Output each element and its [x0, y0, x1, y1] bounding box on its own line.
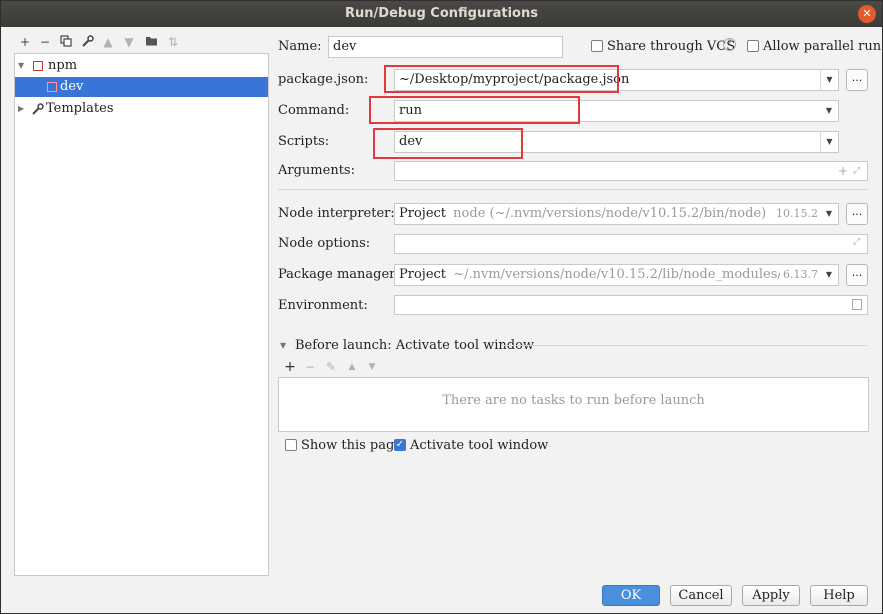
package-json-label: package.json:: [278, 72, 369, 87]
chevron-down-icon[interactable]: ▼: [820, 132, 838, 152]
title-bar: Run/Debug Configurations ✕: [1, 1, 882, 27]
command-label: Command:: [278, 103, 350, 118]
before-launch-title: Before launch: Activate tool window: [295, 338, 535, 353]
allow-parallel-checkbox[interactable]: [747, 40, 759, 52]
npm-icon: [33, 61, 43, 71]
chevron-down-icon[interactable]: ▼: [820, 70, 838, 90]
collapse-icon[interactable]: ▼: [280, 341, 286, 350]
move-up-icon[interactable]: ▲: [345, 360, 359, 374]
package-json-browse-button[interactable]: ...: [846, 69, 868, 91]
node-options-field[interactable]: [394, 234, 868, 254]
environment-label: Environment:: [278, 298, 368, 313]
help-button[interactable]: Help: [810, 585, 868, 606]
close-icon[interactable]: ✕: [858, 5, 876, 23]
folder-icon[interactable]: [144, 35, 158, 49]
remove-icon[interactable]: −: [38, 35, 52, 49]
allow-parallel-label: Allow parallel run: [763, 39, 882, 54]
configuration-tree: ▼ npm dev ▶ Templates: [14, 53, 269, 576]
tree-item-label: npm: [48, 58, 78, 73]
move-up-icon[interactable]: ▲: [101, 35, 115, 49]
add-icon[interactable]: +: [838, 164, 848, 178]
chevron-down-icon[interactable]: ▼: [820, 204, 838, 224]
name-field[interactable]: dev: [328, 36, 563, 58]
ok-button[interactable]: OK: [602, 585, 660, 606]
tree-item-dev[interactable]: dev: [15, 77, 268, 97]
show-page-label: Show this page: [301, 438, 403, 453]
tree-item-npm[interactable]: ▼ npm: [15, 56, 268, 76]
arguments-field[interactable]: [394, 161, 868, 181]
edit-icon[interactable]: ✎: [324, 360, 338, 374]
window-title: Run/Debug Configurations: [345, 6, 538, 21]
collapse-icon[interactable]: ▼: [18, 56, 24, 76]
tree-item-templates[interactable]: ▶ Templates: [15, 99, 268, 119]
node-interpreter-dropdown[interactable]: Project node (~/.nvm/versions/node/v10.1…: [394, 203, 839, 225]
node-interpreter-label: Node interpreter:: [278, 206, 395, 221]
empty-task-text: There are no tasks to run before launch: [442, 393, 705, 408]
show-page-checkbox[interactable]: [285, 439, 297, 451]
chevron-down-icon[interactable]: ▼: [820, 265, 838, 285]
tree-item-label: Templates: [46, 101, 114, 116]
apply-button[interactable]: Apply: [742, 585, 800, 606]
chevron-down-icon[interactable]: ▼: [820, 101, 838, 121]
activate-tool-label: Activate tool window: [410, 438, 549, 453]
expand-icon[interactable]: ▶: [18, 99, 24, 119]
before-launch-task-list[interactable]: There are no tasks to run before launch: [278, 377, 869, 432]
expand-icon[interactable]: ⤢: [853, 166, 860, 176]
move-down-icon[interactable]: ▼: [365, 360, 379, 374]
help-icon[interactable]: ?: [723, 38, 736, 51]
arguments-label: Arguments:: [278, 163, 355, 178]
sort-icon[interactable]: ⇅: [166, 35, 180, 49]
environment-field[interactable]: [394, 295, 868, 315]
node-interpreter-path: node (~/.nvm/versions/node/v10.15.2/bin/…: [453, 206, 767, 221]
package-manager-dropdown[interactable]: Project ~/.nvm/versions/node/v10.15.2/li…: [394, 264, 839, 286]
copy-icon[interactable]: [59, 35, 73, 49]
npm-icon: [47, 82, 57, 92]
tree-item-label: dev: [60, 79, 84, 94]
name-label: Name:: [278, 39, 322, 54]
wrench-icon: [32, 102, 44, 122]
wrench-icon[interactable]: [81, 35, 95, 49]
add-icon[interactable]: +: [18, 35, 32, 49]
node-interpreter-prefix: Project: [399, 206, 447, 221]
highlight-box-scripts: [373, 128, 523, 159]
add-icon[interactable]: +: [283, 360, 297, 374]
highlight-box-command: [369, 96, 580, 124]
package-manager-version: 6.13.7: [780, 265, 818, 285]
edit-env-icon[interactable]: [852, 299, 862, 310]
cancel-button[interactable]: Cancel: [670, 585, 732, 606]
share-vcs-checkbox[interactable]: [591, 40, 603, 52]
share-vcs-label: Share through VCS: [607, 39, 736, 54]
remove-icon[interactable]: −: [303, 360, 317, 374]
node-interpreter-version: 10.15.2: [776, 207, 818, 220]
package-manager-prefix: Project: [399, 267, 447, 282]
scripts-label: Scripts:: [278, 134, 330, 149]
run-debug-dialog: Run/Debug Configurations ✕ + − ▲ ▼ ⇅ ▼ n…: [0, 0, 883, 614]
separator: [501, 345, 867, 346]
node-interpreter-browse-button[interactable]: ...: [846, 203, 868, 225]
activate-tool-checkbox[interactable]: ✓: [394, 439, 406, 451]
package-manager-path: ~/.nvm/versions/node/v10.15.2/lib/node_m…: [453, 267, 811, 282]
expand-icon[interactable]: ⤢: [853, 237, 860, 247]
highlight-box-package-json: [384, 65, 619, 93]
separator: [278, 189, 868, 190]
move-down-icon[interactable]: ▼: [122, 35, 136, 49]
package-manager-browse-button[interactable]: ...: [846, 264, 868, 286]
node-options-label: Node options:: [278, 236, 371, 251]
package-manager-label: Package manager:: [278, 267, 400, 282]
